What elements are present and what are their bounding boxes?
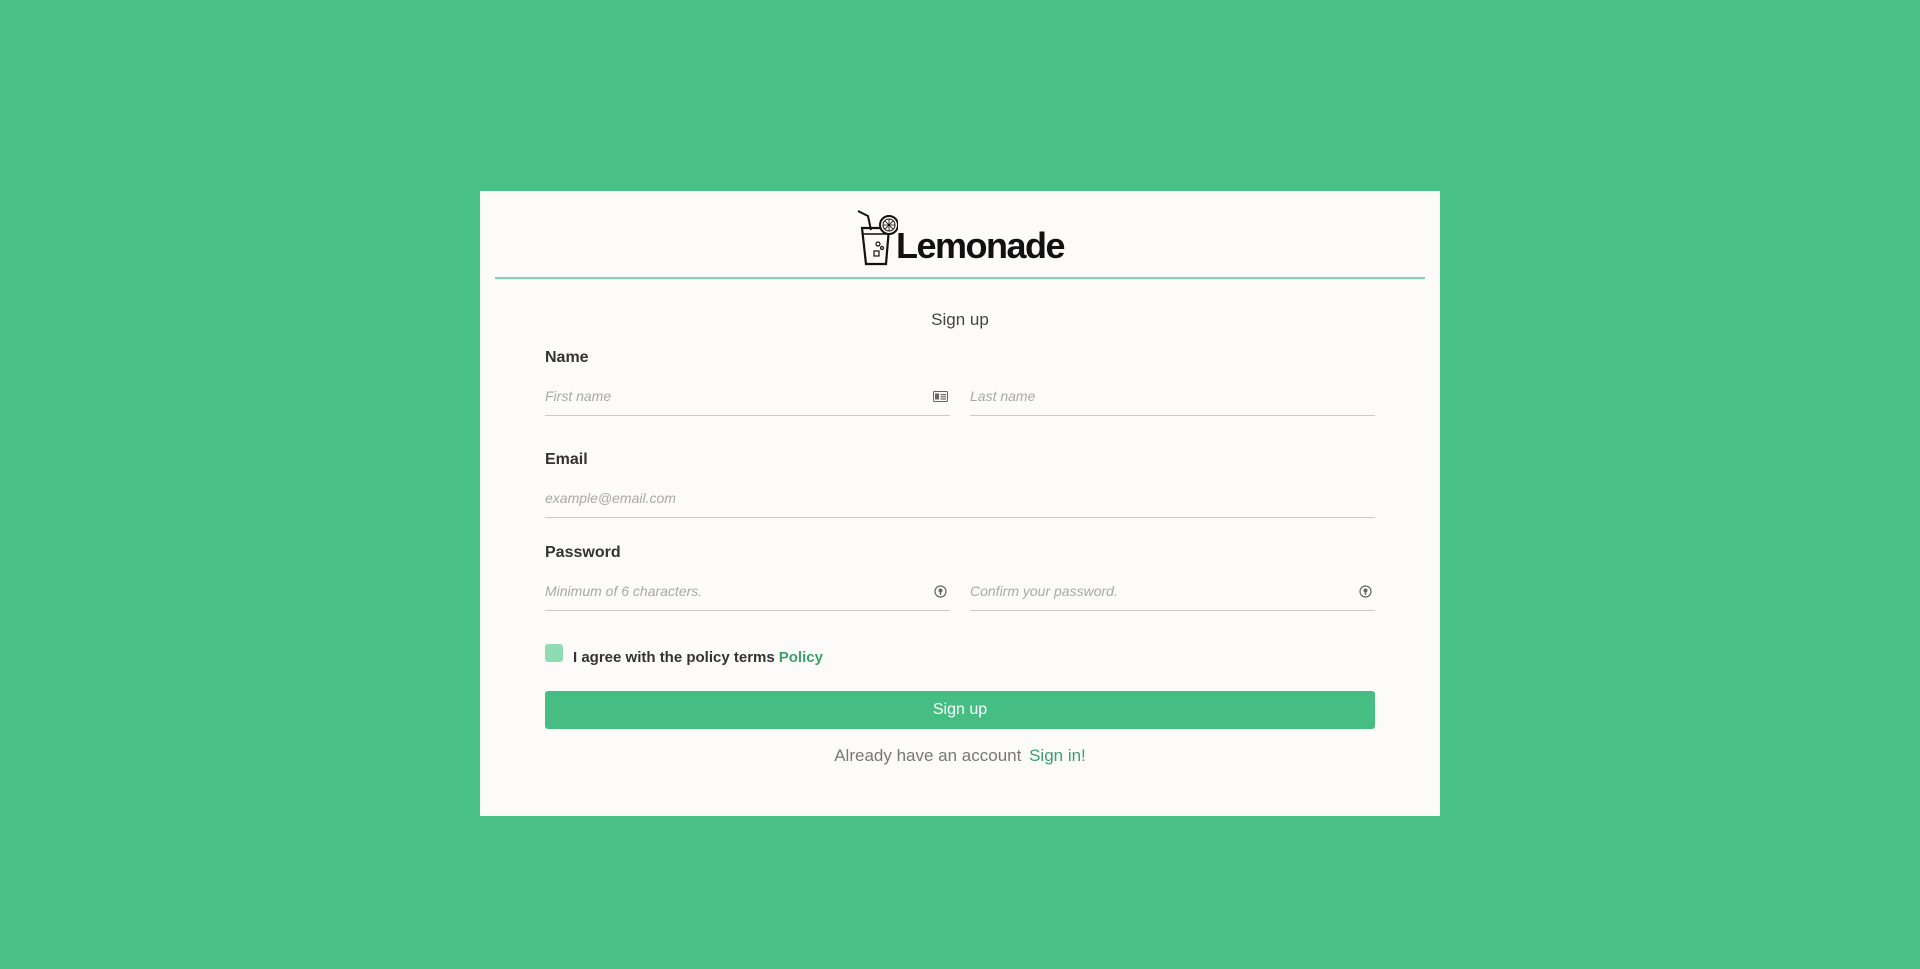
logo-header: Lemonade [495,191,1425,279]
signin-prompt-text: Already have an account [834,746,1022,765]
password-row [545,562,1375,611]
last-name-input[interactable] [970,378,1375,414]
eye-icon[interactable] [1357,584,1373,598]
name-row [545,367,1375,416]
first-name-field [545,378,950,416]
eye-icon[interactable] [932,584,948,598]
name-label: Name [545,349,589,366]
signin-prompt: Already have an account Sign in! [545,746,1375,766]
policy-checkbox[interactable] [545,643,563,662]
policy-link[interactable]: Policy [779,649,823,666]
signup-form: Sign up Name Email [480,310,1440,766]
signup-button[interactable]: Sign up [545,691,1375,729]
policy-agreement-text: I agree with the policy terms [573,649,775,666]
email-label: Email [545,451,588,468]
signup-card: Lemonade Sign up Name First name Last na… [480,191,1440,816]
first-name-input[interactable] [545,378,950,414]
policy-agreement: I agree with the policy terms Policy [545,643,1375,666]
password-input[interactable] [545,573,950,609]
email-field [545,480,1375,518]
confirm-password-input[interactable] [970,573,1375,609]
email-input[interactable] [545,480,1375,516]
last-name-field [970,378,1375,416]
brand-name: Lemonade [895,225,1066,266]
confirm-password-field [970,573,1375,611]
id-card-icon [932,389,948,403]
lemonade-glass-icon [857,210,898,266]
signin-link[interactable]: Sign in! [1029,746,1086,765]
password-label: Password [545,544,621,561]
form-title: Sign up [931,310,989,329]
email-row [545,469,1375,518]
password-field [545,573,950,611]
logo: Lemonade [856,208,1066,266]
